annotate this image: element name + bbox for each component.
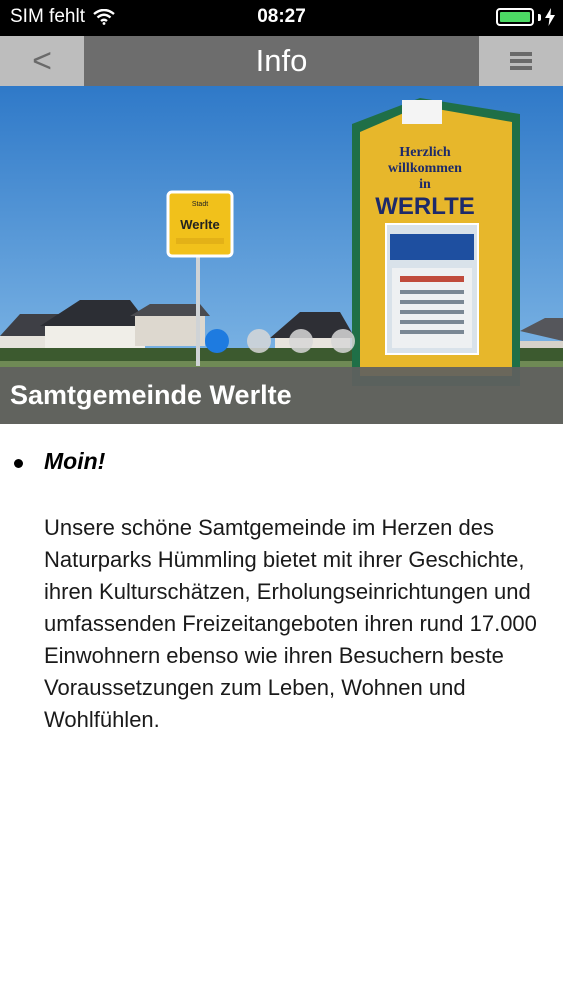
bullet-item: Moin!	[14, 448, 105, 475]
navigation-bar: < Info	[0, 36, 563, 86]
svg-text:WERLTE: WERLTE	[375, 193, 475, 220]
content-paragraph: Unsere schöne Samtgemeinde im Herzen des…	[44, 515, 537, 732]
battery-icon	[496, 8, 534, 26]
carousel-dot[interactable]	[331, 329, 355, 353]
charging-bolt-icon	[545, 8, 555, 26]
back-button[interactable]: <	[0, 36, 84, 86]
menu-button[interactable]	[479, 36, 563, 86]
content-heading: Moin!	[44, 448, 106, 474]
carousel-dot[interactable]	[247, 329, 271, 353]
svg-text:Herzlich: Herzlich	[399, 145, 451, 160]
svg-text:willkommen: willkommen	[388, 161, 462, 176]
svg-text:Werlte: Werlte	[180, 217, 220, 232]
status-bar: SIM fehlt 08:27	[0, 0, 563, 36]
carousel-pagination	[205, 329, 355, 353]
svg-text:Stadt: Stadt	[192, 201, 208, 208]
image-carousel[interactable]: Stadt Werlte Herzlich willkommen in WERL…	[0, 86, 563, 424]
carousel-dot[interactable]	[289, 329, 313, 353]
hero-caption: Samtgemeinde Werlte	[0, 367, 563, 424]
battery-tip	[538, 13, 541, 21]
back-chevron-icon: <	[32, 41, 52, 80]
status-right	[496, 8, 555, 26]
carousel-dot[interactable]	[205, 329, 229, 353]
hamburger-icon	[510, 52, 532, 70]
bullet-icon	[14, 459, 23, 468]
page-title: Info	[255, 43, 308, 78]
svg-text:in: in	[419, 177, 431, 192]
status-time: 08:27	[257, 6, 306, 27]
